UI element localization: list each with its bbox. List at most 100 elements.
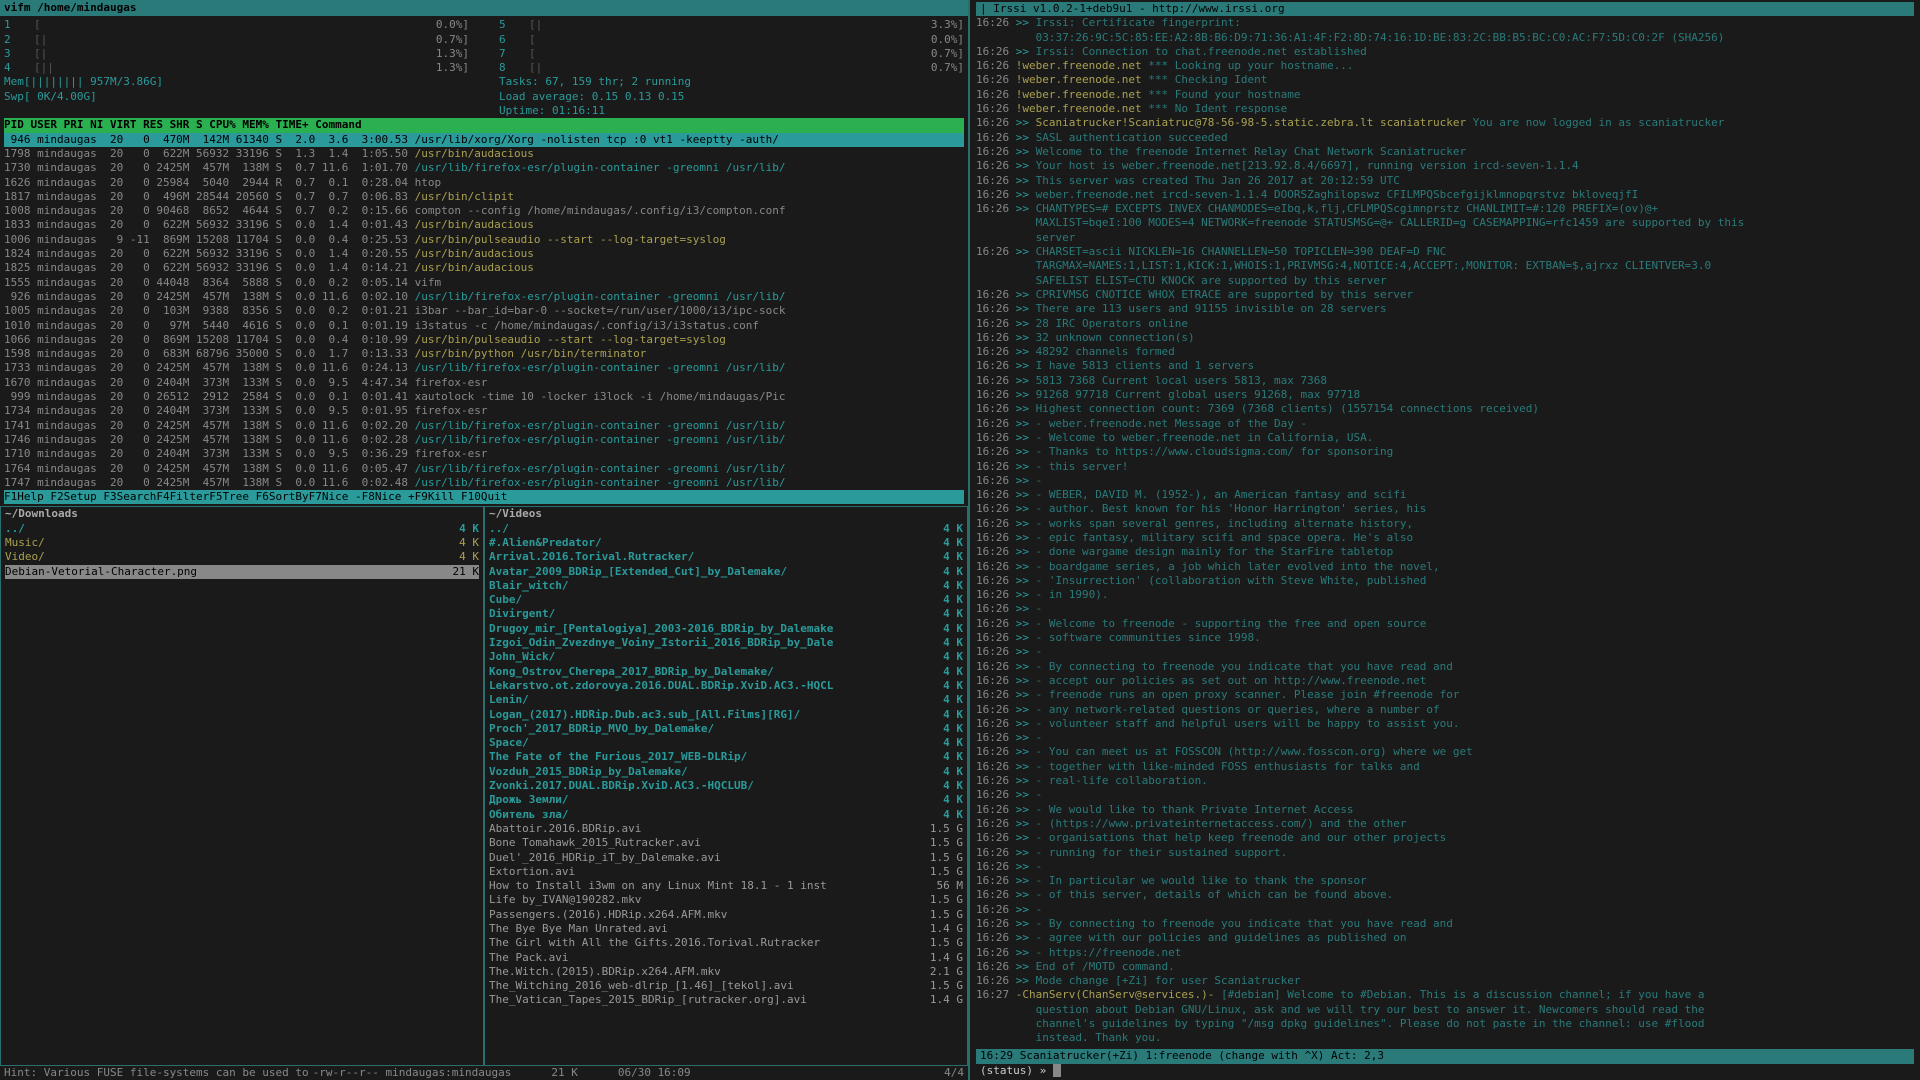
irssi-line: 16:26 >> - accept our policies as set ou… <box>976 674 1914 688</box>
irssi-line: 16:26 >> There are 113 users and 91155 i… <box>976 302 1914 316</box>
irssi-line: 16:26 >> Irssi: Connection to chat.freen… <box>976 45 1914 59</box>
vifm-file-row[interactable]: Izgoi_Odin_Zvezdnye_Voiny_Istorii_2016_B… <box>489 636 963 650</box>
irssi-line: 16:26 >> - WEBER, DAVID M. (1952-), an A… <box>976 488 1914 502</box>
htop-process-row[interactable]: 1764 mindaugas 20 0 2425M 457M 138M S 0.… <box>4 462 964 476</box>
cpu-meter: 1[0.0%] <box>4 18 469 32</box>
vifm-file-row[interactable]: ../4 K <box>489 522 963 536</box>
vifm-file-row[interactable]: Passengers.(2016).HDRip.x264.AFM.mkv1.5 … <box>489 908 963 922</box>
htop-process-row[interactable]: 1010 mindaugas 20 0 97M 5440 4616 S 0.0 … <box>4 319 964 333</box>
irssi-input[interactable]: (status) » <box>976 1064 1914 1078</box>
irssi-line: 16:26 >> - of this server, details of wh… <box>976 888 1914 902</box>
irssi-pane[interactable]: | Irssi v1.0.2-1+deb9u1 - http://www.irs… <box>970 0 1920 1080</box>
irssi-line: 16:26 >> - volunteer staff and helpful u… <box>976 717 1914 731</box>
htop-process-row[interactable]: 926 mindaugas 20 0 2425M 457M 138M S 0.0… <box>4 290 964 304</box>
htop-process-row[interactable]: 1710 mindaugas 20 0 2404M 373M 133M S 0.… <box>4 447 964 461</box>
irssi-line: 16:26 >> I have 5813 clients and 1 serve… <box>976 359 1914 373</box>
vifm-file-row[interactable]: The Bye Bye Man Unrated.avi1.4 G <box>489 922 963 936</box>
vifm-file-row[interactable]: Abattoir.2016.BDRip.avi1.5 G <box>489 822 963 836</box>
vifm-file-row[interactable]: Drugoy_mir_[Pentalogiya]_2003-2016_BDRip… <box>489 622 963 636</box>
htop-process-row[interactable]: 1824 mindaugas 20 0 622M 56932 33196 S 0… <box>4 247 964 261</box>
irssi-line: 16:26 >> 32 unknown connection(s) <box>976 331 1914 345</box>
tasks-line: Tasks: 67, 159 thr; 2 running <box>499 75 964 89</box>
vifm-file-row[interactable]: Cube/4 K <box>489 593 963 607</box>
htop-process-row[interactable]: 999 mindaugas 20 0 26512 2912 2584 S 0.0… <box>4 390 964 404</box>
vifm-file-row[interactable]: Space/4 K <box>489 736 963 750</box>
irssi-line: 16:26 >> Highest connection count: 7369 … <box>976 402 1914 416</box>
vifm-file-row[interactable]: Обитель зла/4 K <box>489 808 963 822</box>
vifm-file-row[interactable]: The_Witching_2016_web-dlrip_[1.46]_[teko… <box>489 979 963 993</box>
vifm-file-row[interactable]: Music/4 K <box>5 536 479 550</box>
vifm-file-row[interactable]: Life by_IVAN@190282.mkv1.5 G <box>489 893 963 907</box>
htop-process-row[interactable]: 1734 mindaugas 20 0 2404M 373M 133M S 0.… <box>4 404 964 418</box>
irssi-line: 16:26 >> - <box>976 860 1914 874</box>
irssi-line: 16:26 >> - software communities since 19… <box>976 631 1914 645</box>
irssi-line: 16:26 >> weber.freenode.net ircd-seven-1… <box>976 188 1914 202</box>
vifm-file-row[interactable]: Extortion.avi1.5 G <box>489 865 963 879</box>
htop-process-row[interactable]: 1741 mindaugas 20 0 2425M 457M 138M S 0.… <box>4 419 964 433</box>
cpu-meter: 7[0.7%] <box>499 47 964 61</box>
htop-process-row[interactable]: 1005 mindaugas 20 0 103M 9388 8356 S 0.0… <box>4 304 964 318</box>
vifm-file-row[interactable]: The Fate of the Furious_2017_WEB-DLRip/4… <box>489 750 963 764</box>
htop-process-row[interactable]: 1798 mindaugas 20 0 622M 56932 33196 S 1… <box>4 147 964 161</box>
irssi-line: 16:26 !weber.freenode.net *** Checking I… <box>976 73 1914 87</box>
vifm-file-row[interactable]: Bone Tomahawk_2015_Rutracker.avi1.5 G <box>489 836 963 850</box>
irssi-header: | Irssi v1.0.2-1+deb9u1 - http://www.irs… <box>976 2 1914 16</box>
irssi-line: 16:26 >> - works span several genres, in… <box>976 517 1914 531</box>
cpu-meter: 2[|0.7%] <box>4 33 469 47</box>
htop-process-row[interactable]: 1598 mindaugas 20 0 683M 68796 35000 S 0… <box>4 347 964 361</box>
vifm-file-row[interactable]: Zvonki.2017.DUAL.BDRip.XviD.AC3.-HQCLUB/… <box>489 779 963 793</box>
vifm-file-row[interactable]: How to Install i3wm on any Linux Mint 18… <box>489 879 963 893</box>
irssi-line: 16:26 >> - By connecting to freenode you… <box>976 660 1914 674</box>
vifm-file-row[interactable]: Debian-Vetorial-Character.png21 K <box>5 565 479 579</box>
vifm-file-row[interactable]: Duel'_2016_HDRip_iT_by_Dalemake.avi1.5 G <box>489 851 963 865</box>
htop-process-row[interactable]: 1626 mindaugas 20 0 25984 5040 2944 R 0.… <box>4 176 964 190</box>
htop-process-row[interactable]: 1746 mindaugas 20 0 2425M 457M 138M S 0.… <box>4 433 964 447</box>
vifm-file-row[interactable]: Blair_witch/4 K <box>489 579 963 593</box>
vifm-file-row[interactable]: #.Alien&Predator/4 K <box>489 536 963 550</box>
vifm-file-row[interactable]: Lekarstvo.ot.zdorovya.2016.DUAL.BDRip.Xv… <box>489 679 963 693</box>
htop-process-row[interactable]: 1555 mindaugas 20 0 44048 8364 5888 S 0.… <box>4 276 964 290</box>
vifm-file-row[interactable]: Lenin/4 K <box>489 693 963 707</box>
cpu-meter: 8[|0.7%] <box>499 61 964 75</box>
htop-pane[interactable]: 1[0.0%]2[|0.7%]3[|1.3%]4[||1.3%] 5[|3.3%… <box>0 16 968 506</box>
htop-process-row[interactable]: 1817 mindaugas 20 0 496M 28544 20560 S 0… <box>4 190 964 204</box>
vifm-file-row[interactable]: Proch'_2017_BDRip_MVO_by_Dalemake/4 K <box>489 722 963 736</box>
htop-process-row[interactable]: 1730 mindaugas 20 0 2425M 457M 138M S 0.… <box>4 161 964 175</box>
htop-process-row[interactable]: 1670 mindaugas 20 0 2404M 373M 133M S 0.… <box>4 376 964 390</box>
htop-process-row[interactable]: 1006 mindaugas 9 -11 869M 15208 11704 S … <box>4 233 964 247</box>
vifm-file-row[interactable]: Arrival.2016.Torival.Rutracker/4 K <box>489 550 963 564</box>
htop-process-row[interactable]: 1733 mindaugas 20 0 2425M 457M 138M S 0.… <box>4 361 964 375</box>
vifm-left-pane[interactable]: ~/Downloads ../4 KMusic/4 KVideo/4 KDebi… <box>0 506 484 1065</box>
vifm-file-row[interactable]: Avatar_2009_BDRip_[Extended_Cut]_by_Dale… <box>489 565 963 579</box>
vifm-file-row[interactable]: Video/4 K <box>5 550 479 564</box>
htop-process-row[interactable]: 1825 mindaugas 20 0 622M 56932 33196 S 0… <box>4 261 964 275</box>
vifm-file-row[interactable]: Logan_(2017).HDRip.Dub.ac3.sub_[All.Film… <box>489 708 963 722</box>
irssi-line: 16:26 >> - 'Insurrection' (collaboration… <box>976 574 1914 588</box>
vifm-file-row[interactable]: John_Wick/4 K <box>489 650 963 664</box>
vifm-file-row[interactable]: Divirgent/4 K <box>489 607 963 621</box>
htop-header[interactable]: PID USER PRI NI VIRT RES SHR S CPU% MEM%… <box>4 118 964 132</box>
vifm-file-row[interactable]: ../4 K <box>5 522 479 536</box>
irssi-line: 16:26 >> - together with like-minded FOS… <box>976 760 1914 774</box>
vifm-file-row[interactable]: Kong_Ostrov_Cherepa_2017_BDRip_by_Dalema… <box>489 665 963 679</box>
htop-process-row[interactable]: 1833 mindaugas 20 0 622M 56932 33196 S 0… <box>4 218 964 232</box>
vifm-right-pane[interactable]: ~/Videos ../4 K#.Alien&Predator/4 KArriv… <box>484 506 968 1065</box>
irssi-line: 16:26 >> - real-life collaboration. <box>976 774 1914 788</box>
irssi-line: 16:26 >> 5813 7368 Current local users 5… <box>976 374 1914 388</box>
vifm-date: 06/30 16:09 <box>618 1066 691 1080</box>
vifm-file-row[interactable]: Vozduh_2015_BDRip_by_Dalemake/4 K <box>489 765 963 779</box>
vifm-file-row[interactable]: Дрожь Земли/4 K <box>489 793 963 807</box>
vifm-file-row[interactable]: The.Witch.(2015).BDRip.x264.AFM.mkv2.1 G <box>489 965 963 979</box>
htop-process-row[interactable]: 946 mindaugas 20 0 470M 142M 61340 S 2.0… <box>4 133 964 147</box>
vifm-file-row[interactable]: The Girl with All the Gifts.2016.Torival… <box>489 936 963 950</box>
vifm-file-row[interactable]: The Pack.avi1.4 G <box>489 951 963 965</box>
vifm-file-row[interactable]: The_Vatican_Tapes_2015_BDRip_[rutracker.… <box>489 993 963 1007</box>
irssi-line: 16:26 >> - boardgame series, a job which… <box>976 560 1914 574</box>
htop-process-list[interactable]: 946 mindaugas 20 0 470M 142M 61340 S 2.0… <box>4 133 964 490</box>
cpu-meter: 5[|3.3%] <box>499 18 964 32</box>
irssi-line: 16:26 >> - in 1990). <box>976 588 1914 602</box>
htop-process-row[interactable]: 1008 mindaugas 20 0 90468 8652 4644 S 0.… <box>4 204 964 218</box>
htop-fkey-bar[interactable]: F1Help F2Setup F3SearchF4FilterF5Tree F6… <box>4 490 964 504</box>
htop-process-row[interactable]: 1747 mindaugas 20 0 2425M 457M 138M S 0.… <box>4 476 964 490</box>
htop-process-row[interactable]: 1066 mindaugas 20 0 869M 15208 11704 S 0… <box>4 333 964 347</box>
